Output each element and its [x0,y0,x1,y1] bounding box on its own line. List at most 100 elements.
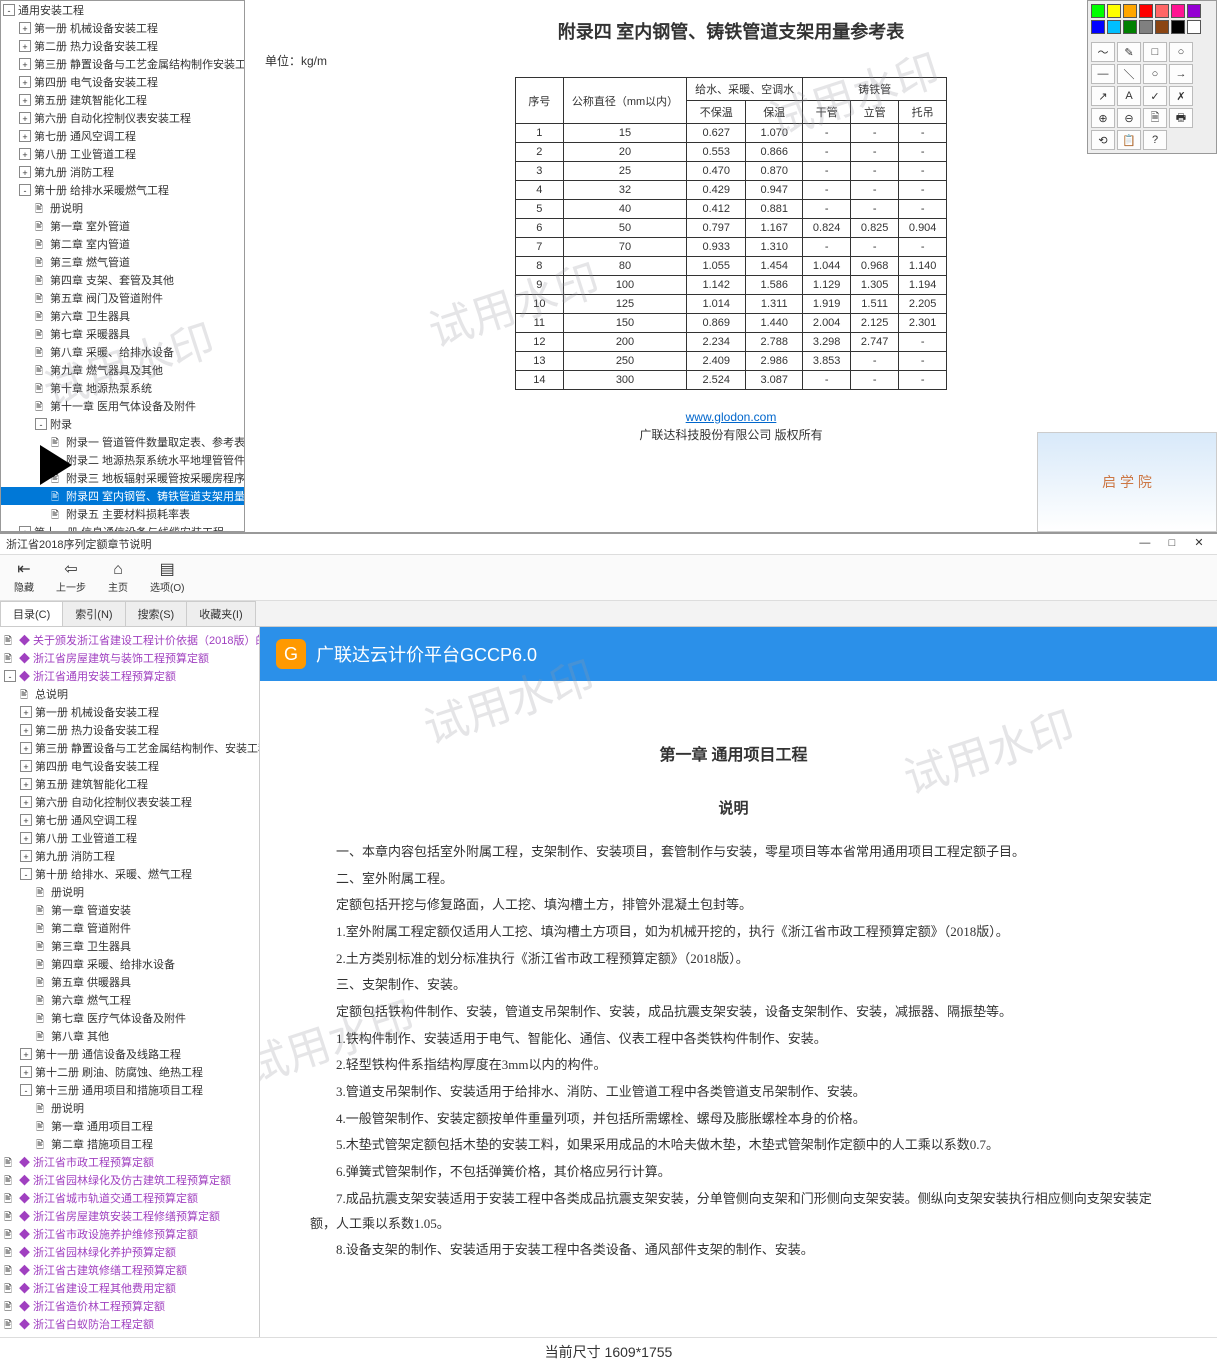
bottom-tree[interactable]: 🖹◆ 关于颁发浙江省建设工程计价依据（2018版）的通知🖹◆ 浙江省房屋建筑与装… [0,627,260,1337]
tree-item[interactable]: 🖹第二章 措施项目工程 [2,1135,257,1153]
tree-item[interactable]: 🖹第四章 支架、套管及其他 [1,271,244,289]
expand-icon[interactable]: + [20,778,32,790]
tool-button[interactable]: ⟲ [1091,130,1115,150]
expand-icon[interactable]: + [20,706,32,718]
tool-button[interactable]: □ [1143,42,1167,62]
tool-button[interactable]: ＼ [1117,64,1141,84]
tree-item[interactable]: 🖹第四章 采暖、给排水设备 [2,955,257,973]
expand-icon[interactable]: + [20,850,32,862]
tree-item[interactable]: +第二册 热力设备安装工程 [1,37,244,55]
tree-item[interactable]: +第一册 机械设备安装工程 [1,19,244,37]
tree-item[interactable]: 🖹附录二 地源热泵系统水平地埋管管件参考表 [1,451,244,469]
expand-icon[interactable]: + [20,742,32,754]
expand-icon[interactable]: - [4,670,16,682]
expand-icon[interactable]: + [19,166,31,178]
tree-item[interactable]: 🖹附录四 室内钢管、铸铁管道支架用量参考表 [1,487,244,505]
color-swatch[interactable] [1139,4,1153,18]
tab[interactable]: 索引(N) [62,601,125,626]
expand-icon[interactable]: + [20,832,32,844]
tree-item[interactable]: 🖹第七章 采暖器具 [1,325,244,343]
tree-item[interactable]: 🖹总说明 [2,685,257,703]
tree-item[interactable]: 🖹第十一章 医用气体设备及附件 [1,397,244,415]
expand-icon[interactable]: + [19,40,31,52]
tool-button[interactable]: ⊖ [1117,108,1141,128]
expand-icon[interactable]: + [19,58,31,70]
tree-item[interactable]: 🖹册说明 [1,199,244,217]
tree-item[interactable]: -附录 [1,415,244,433]
expand-icon[interactable]: + [19,130,31,142]
tree-item[interactable]: +第二册 热力设备安装工程 [2,721,257,739]
tree-item[interactable]: -通用安装工程 [1,1,244,19]
tree-item[interactable]: +第十一册 通信设备及线路工程 [2,1045,257,1063]
tree-item[interactable]: +第五册 建筑智能化工程 [2,775,257,793]
expand-icon[interactable]: - [19,184,31,196]
tool-button[interactable]: — [1091,64,1115,84]
footer-link[interactable]: www.glodon.com [265,410,1197,424]
tree-item[interactable]: +第八册 工业管道工程 [2,829,257,847]
tree-item[interactable]: 🖹附录五 主要材料损耗率表 [1,505,244,523]
tool-button[interactable]: ✎ [1117,42,1141,62]
color-swatch[interactable] [1123,4,1137,18]
tree-item[interactable]: 🖹◆ 浙江省白蚁防治工程定额 [2,1315,257,1333]
tool-button[interactable]: ○ [1169,42,1193,62]
tab[interactable]: 收藏夹(I) [186,601,255,626]
tree-item[interactable]: +第八册 工业管道工程 [1,145,244,163]
tree-item[interactable]: +第六册 自动化控制仪表安装工程 [2,793,257,811]
expand-icon[interactable]: + [20,814,32,826]
expand-icon[interactable]: + [19,112,31,124]
tree-item[interactable]: 🖹第六章 卫生器具 [1,307,244,325]
color-swatch[interactable] [1171,4,1185,18]
tree-item[interactable]: +第九册 消防工程 [1,163,244,181]
expand-icon[interactable]: - [20,1084,32,1096]
tree-item[interactable]: 🖹◆ 浙江省造价林工程预算定额 [2,1297,257,1315]
toolbar-button[interactable]: ▤选项(O) [144,559,190,596]
tree-item[interactable]: 🖹附录三 地板辐射采暖管按采暖房程序净面积计量用量参考 [1,469,244,487]
tree-item[interactable]: 🖹◆ 浙江省房屋建筑与装饰工程预算定额 [2,649,257,667]
tree-item[interactable]: 🖹第八章 其他 [2,1027,257,1045]
tab[interactable]: 搜索(S) [125,601,188,626]
expand-icon[interactable]: + [20,760,32,772]
tree-item[interactable]: 🖹第六章 燃气工程 [2,991,257,1009]
tree-item[interactable]: +第十一册 信息通信设备与线缆安装工程 [1,523,244,532]
tree-item[interactable]: 🖹第一章 室外管道 [1,217,244,235]
tool-button[interactable]: → [1169,64,1193,84]
tree-item[interactable]: 🖹◆ 关于颁发浙江省建设工程计价依据（2018版）的通知 [2,631,257,649]
tool-button[interactable]: ✓ [1143,86,1167,106]
tree-item[interactable]: 🖹◆ 浙江省园林绿化养护预算定额 [2,1243,257,1261]
color-swatch[interactable] [1139,20,1153,34]
tree-item[interactable]: 🖹第五章 供暖器具 [2,973,257,991]
expand-icon[interactable]: + [19,526,31,532]
tree-item[interactable]: 🖹◆ 浙江省古建筑修缮工程预算定额 [2,1261,257,1279]
expand-icon[interactable]: - [20,868,32,880]
top-tree[interactable]: -通用安装工程+第一册 机械设备安装工程+第二册 热力设备安装工程+第三册 静置… [0,0,245,532]
color-swatch[interactable] [1155,20,1169,34]
color-swatch[interactable] [1187,4,1201,18]
tree-item[interactable]: +第四册 电气设备安装工程 [2,757,257,775]
expand-icon[interactable]: - [35,418,47,430]
color-swatch[interactable] [1171,20,1185,34]
color-swatch[interactable] [1091,20,1105,34]
toolbar-button[interactable]: ⇤隐藏 [8,559,40,596]
tree-item[interactable]: 🖹◆ 浙江省园林绿化及仿古建筑工程预算定额 [2,1171,257,1189]
tree-item[interactable]: +第六册 自动化控制仪表安装工程 [1,109,244,127]
tree-item[interactable]: +第四册 电气设备安装工程 [1,73,244,91]
tool-button[interactable]: ⊕ [1091,108,1115,128]
tree-item[interactable]: 🖹第八章 采暖、给排水设备 [1,343,244,361]
tool-button[interactable]: ? [1143,130,1167,150]
tree-item[interactable]: 🖹第十章 地源热泵系统 [1,379,244,397]
tree-item[interactable]: 🖹◆ 浙江省城市轨道交通工程预算定额 [2,1189,257,1207]
tool-button[interactable]: 🗎 [1143,108,1167,128]
tree-item[interactable]: 🖹◆ 浙江省房屋建筑安装工程修缮预算定额 [2,1207,257,1225]
tree-item[interactable]: 🖹◆ 浙江省建设工程其他费用定额 [2,1279,257,1297]
tree-item[interactable]: -◆ 浙江省通用安装工程预算定额 [2,667,257,685]
expand-icon[interactable]: + [19,94,31,106]
tree-item[interactable]: 🖹第二章 室内管道 [1,235,244,253]
tree-item[interactable]: 🖹附录一 管道管件数量取定表、参考表 [1,433,244,451]
tree-item[interactable]: -第十三册 通用项目和措施项目工程 [2,1081,257,1099]
tree-item[interactable]: 🖹第三章 卫生器具 [2,937,257,955]
expand-icon[interactable]: + [20,796,32,808]
maximize-button[interactable]: □ [1160,537,1184,549]
tree-item[interactable]: +第三册 静置设备与工艺金属结构制作安装工程 [1,55,244,73]
tool-button[interactable]: ○ [1143,64,1167,84]
tree-item[interactable]: 🖹第三章 燃气管道 [1,253,244,271]
